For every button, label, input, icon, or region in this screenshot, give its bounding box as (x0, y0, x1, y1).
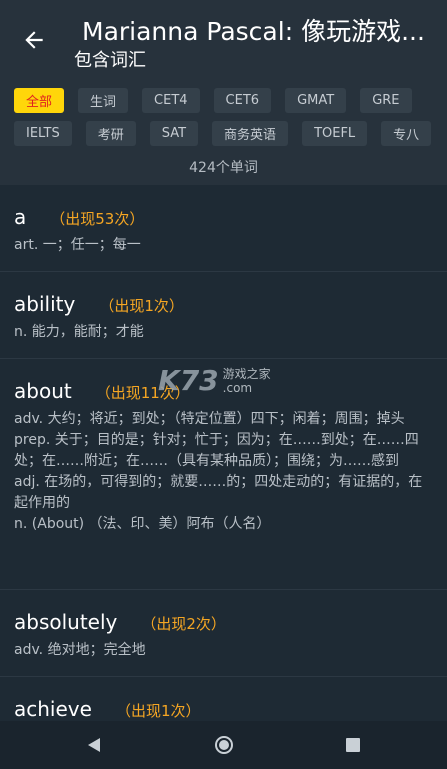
system-nav-bar (0, 721, 447, 769)
back-button[interactable] (14, 22, 54, 58)
filter-chip-gre[interactable]: GRE (360, 88, 412, 113)
entry-frequency: （出现1次） (115, 702, 201, 720)
entry-word: achieve (14, 697, 92, 721)
entry-frequency: （出现53次） (50, 210, 145, 228)
nav-recents-button[interactable] (341, 733, 365, 757)
filter-chip-all[interactable]: 全部 (14, 88, 65, 113)
page-subtitle: 包含词汇 (74, 50, 146, 71)
entry-word: about (14, 379, 72, 403)
filter-chip-business-english[interactable]: 商务英语 (212, 121, 289, 146)
arrow-left-icon (25, 31, 43, 49)
filter-chip-toefl[interactable]: TOEFL (302, 121, 368, 146)
watermark-k73: K73 (158, 364, 219, 397)
entry-definition: adv. 大约；将近；到处；（特定位置）四下；闲着；周围；掉头 (14, 411, 405, 427)
list-item[interactable]: ability （出现1次） n. 能力，能耐；才能 (0, 272, 447, 359)
entry-frequency: （出现2次） (141, 615, 226, 633)
filter-chip-cet4[interactable]: CET4 (142, 88, 200, 113)
entry-definition: adj. 在场的，可得到的；就要……的；四处走动的；有证据的，在起作用的 (14, 474, 423, 511)
watermark-logo: K73 游戏之家 .com (158, 364, 271, 397)
filter-chip-gmat[interactable]: GMAT (285, 88, 347, 113)
filter-chip-cet6[interactable]: CET6 (213, 88, 272, 113)
filter-row-1: 全部 生词 CET4 CET6 GMAT GRE (14, 88, 412, 113)
entry-definition: art. 一；任一；每一 (14, 237, 141, 253)
watermark-en: .com (222, 380, 253, 395)
entry-word: absolutely (14, 610, 118, 634)
filter-chip-kaoyan[interactable]: 考研 (85, 121, 136, 146)
entry-definition: n. 能力，能耐；才能 (14, 324, 144, 340)
square-recents-icon (346, 738, 360, 752)
word-count: 424个单词 (189, 160, 258, 176)
entry-word: a (14, 205, 27, 229)
word-list: a （出现53次） art. 一；任一；每一 ability （出现1次） n.… (0, 185, 447, 737)
list-item[interactable]: a （出现53次） art. 一；任一；每一 (0, 185, 447, 272)
filter-chip-new-words[interactable]: 生词 (78, 88, 129, 113)
nav-back-button[interactable] (82, 733, 106, 757)
filter-row-2: IELTS 考研 SAT 商务英语 TOEFL 专八 (14, 121, 432, 146)
entry-definition: prep. 关于；目的是；针对；忙于；因为；在……到处；在……四处；在……附近；… (14, 432, 419, 469)
filter-chip-ielts[interactable]: IELTS (14, 121, 72, 146)
filter-chip-tem8[interactable]: 专八 (381, 121, 432, 146)
nav-home-button[interactable] (212, 733, 236, 757)
entry-definition: n. (About) （法、印、美）阿布（人名） (14, 516, 271, 532)
header: Marianna Pascal: 像玩游戏... 包含词汇 全部 生词 CET4… (0, 0, 447, 185)
triangle-back-icon (88, 738, 100, 752)
circle-home-icon (215, 736, 233, 754)
entry-definition: adv. 绝对地；完全地 (14, 642, 146, 658)
page-title: Marianna Pascal: 像玩游戏... (82, 17, 425, 46)
screen: Marianna Pascal: 像玩游戏... 包含词汇 全部 生词 CET4… (0, 0, 447, 769)
entry-frequency: （出现1次） (99, 297, 184, 315)
filter-chip-sat[interactable]: SAT (149, 121, 199, 146)
entry-word: ability (14, 292, 76, 316)
watermark-cn: 游戏之家 (222, 366, 271, 381)
list-item[interactable]: absolutely （出现2次） adv. 绝对地；完全地 (0, 590, 447, 677)
